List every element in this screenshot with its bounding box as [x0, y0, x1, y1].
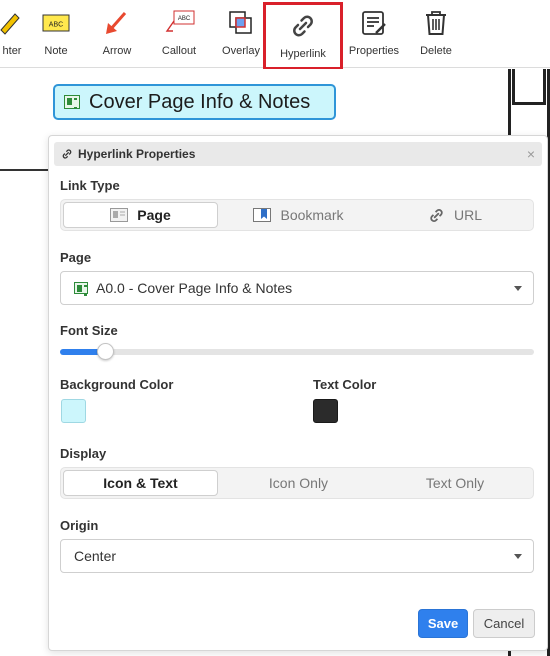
font-size-slider[interactable]: [60, 343, 534, 360]
display-icon-only-option[interactable]: Icon Only: [221, 470, 376, 496]
link-type-url-option[interactable]: URL: [379, 202, 531, 228]
callout-icon-text: ABC: [178, 16, 191, 22]
annotation-toolbar: hter ABC Note Arrow ABC Callout Overlay …: [0, 0, 550, 70]
page-select-value: A0.0 - Cover Page Info & Notes: [96, 280, 293, 296]
chevron-down-icon: [514, 286, 522, 291]
display-icon-only-label: Icon Only: [268, 475, 329, 491]
display-text-only-option[interactable]: Text Only: [379, 470, 531, 496]
arrow-tool[interactable]: Arrow: [97, 6, 137, 66]
link-type-url-label: URL: [453, 207, 482, 223]
background-color-label: Background Color: [60, 377, 174, 392]
font-size-slider-thumb[interactable]: [97, 343, 115, 360]
link-icon: [428, 207, 445, 224]
bookmark-icon: [253, 208, 272, 222]
link-type-bookmark-label: Bookmark: [280, 207, 344, 223]
highlighter-tool[interactable]: hter: [0, 6, 36, 66]
display-text-only-label: Text Only: [425, 475, 485, 491]
overlay-icon: [224, 6, 258, 40]
page-label: Page: [60, 250, 92, 265]
hyperlink-tool[interactable]: Hyperlink: [263, 2, 343, 70]
properties-tool[interactable]: Properties: [344, 6, 404, 66]
hyperlink-label: Hyperlink: [280, 48, 326, 60]
display-segmented: Icon & Text Icon Only Text Only: [60, 467, 534, 499]
cancel-button[interactable]: Cancel: [473, 609, 535, 638]
display-label: Display: [60, 446, 107, 461]
properties-label: Properties: [348, 45, 400, 57]
trash-icon: [419, 6, 453, 40]
link-type-bookmark-option[interactable]: Bookmark: [221, 202, 376, 228]
link-type-page-label: Page: [137, 207, 171, 223]
callout-label: Callout: [161, 45, 197, 57]
drawing-line: [0, 169, 52, 171]
delete-tool[interactable]: Delete: [416, 6, 456, 66]
arrow-label: Arrow: [102, 45, 132, 57]
hyperlink-annotation[interactable]: Cover Page Info & Notes: [53, 84, 336, 120]
close-button[interactable]: ×: [527, 146, 535, 162]
overlay-label: Overlay: [222, 45, 260, 57]
origin-select-value: Center: [74, 548, 117, 564]
page-select[interactable]: A0.0 - Cover Page Info & Notes: [60, 271, 534, 305]
hyperlink-icon: [286, 9, 320, 43]
highlighter-icon: [0, 6, 29, 40]
link-type-segmented: Page Bookmark URL: [60, 199, 534, 231]
text-color-swatch[interactable]: [313, 399, 338, 423]
note-label: Note: [44, 45, 68, 57]
hyperlink-properties-panel: Hyperlink Properties × Link Type Page Bo…: [48, 135, 548, 651]
chevron-down-icon: [514, 554, 522, 559]
highlighter-label: hter: [2, 45, 22, 57]
hyperlink-annotation-text: Cover Page Info & Notes: [89, 90, 311, 113]
sheet-icon: [74, 282, 88, 296]
link-type-page-option[interactable]: Page: [63, 202, 218, 228]
overlay-tool[interactable]: Overlay: [219, 6, 263, 66]
panel-title: Hyperlink Properties: [78, 147, 196, 161]
properties-icon: [357, 6, 391, 40]
origin-select[interactable]: Center: [60, 539, 534, 573]
note-tool[interactable]: ABC Note: [36, 6, 76, 66]
text-color-label: Text Color: [313, 377, 377, 392]
panel-header: Hyperlink Properties ×: [54, 142, 542, 166]
page-icon: [110, 208, 129, 222]
callout-tool[interactable]: ABC Callout: [157, 6, 201, 66]
background-color-swatch[interactable]: [61, 399, 86, 423]
link-icon: [61, 148, 73, 160]
link-type-label: Link Type: [60, 178, 120, 193]
font-size-label: Font Size: [60, 323, 118, 338]
display-icon-text-option[interactable]: Icon & Text: [63, 470, 218, 496]
origin-label: Origin: [60, 518, 99, 533]
display-icon-text-label: Icon & Text: [103, 475, 178, 491]
delete-label: Delete: [420, 45, 452, 57]
save-button[interactable]: Save: [418, 609, 468, 638]
callout-icon: ABC: [162, 6, 196, 40]
sheet-icon: [64, 95, 80, 109]
note-icon-text: ABC: [49, 22, 63, 29]
arrow-icon: [100, 6, 134, 40]
note-icon: ABC: [39, 6, 73, 40]
